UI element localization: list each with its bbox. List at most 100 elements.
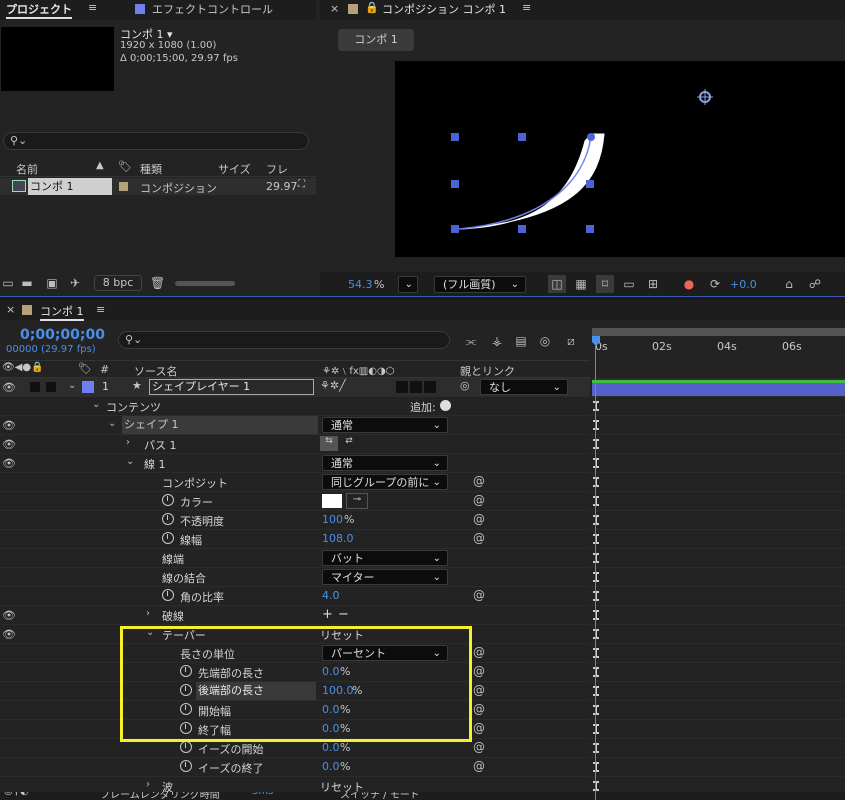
switch-mode-toggle[interactable]: スイッチ / モード — [340, 792, 420, 800]
close-icon[interactable]: × — [6, 303, 15, 316]
timecode[interactable]: 0;00;00;00 — [20, 327, 105, 343]
path-direction-icon[interactable]: ⇄ — [340, 436, 358, 451]
opacity-row[interactable]: 不透明度 100 % @ — [0, 511, 590, 530]
eyedropper-icon[interactable]: ⊸ — [346, 493, 368, 509]
composite-row[interactable]: コンポジット 同じグループの前に ⌄ @ — [0, 473, 590, 492]
stopwatch-icon[interactable] — [180, 703, 192, 715]
visibility-eye-icon[interactable]: 👁 — [2, 609, 16, 622]
channel-icon[interactable]: ● — [680, 275, 698, 293]
menu-icon[interactable]: ≡ — [88, 1, 97, 14]
composite-dropdown[interactable]: 同じグループの前に ⌄ — [322, 474, 448, 490]
miter-value[interactable]: 4.0 — [322, 589, 340, 602]
stopwatch-icon[interactable] — [162, 532, 174, 544]
anchor-point-icon[interactable] — [697, 89, 713, 105]
region-of-interest-icon[interactable]: ◫ — [548, 275, 566, 293]
start-ease-value[interactable]: 0.0 — [322, 741, 340, 754]
mask-path-icon[interactable]: ⌑ — [596, 275, 614, 293]
search-input[interactable]: ⚲⌄ — [3, 132, 309, 150]
expression-icon[interactable]: @ — [473, 531, 485, 545]
zoom-value[interactable]: 54.3 — [348, 278, 373, 291]
expression-icon[interactable]: @ — [473, 683, 485, 697]
expression-icon[interactable]: @ — [473, 493, 485, 507]
stopwatch-icon[interactable] — [180, 760, 192, 772]
taper-reset-link[interactable]: リセット — [320, 627, 364, 643]
timeline-search-input[interactable]: ⚲⌄ — [118, 331, 450, 349]
bounding-handle[interactable] — [586, 180, 594, 188]
transparency-grid-icon[interactable]: ▦ — [572, 275, 590, 293]
show-snapshot-icon[interactable]: ☍ — [806, 275, 824, 293]
taper-row[interactable]: 👁 ⌄ テーパー リセット — [0, 625, 590, 644]
layer-bar-fill[interactable] — [592, 383, 845, 396]
visibility-eye-icon[interactable]: 👁 — [2, 628, 16, 641]
comp-flowchart-icon[interactable]: ⫘ — [462, 332, 480, 350]
bounding-handle[interactable] — [451, 180, 459, 188]
grid-icon[interactable]: ⊞ — [644, 275, 662, 293]
motion-blur-icon[interactable]: ◎ — [536, 332, 554, 350]
stroke1-row[interactable]: 👁 ⌄ 線 1 通常 ⌄ — [0, 454, 590, 473]
lock-box[interactable] — [46, 382, 56, 392]
bounding-handle[interactable] — [451, 225, 459, 233]
trash-icon[interactable]: 🗑 — [150, 274, 165, 292]
expression-icon[interactable]: @ — [473, 645, 485, 659]
zoom-dropdown[interactable]: ⌄ — [398, 276, 418, 293]
expression-icon[interactable]: @ — [473, 664, 485, 678]
menu-icon[interactable]: ≡ — [96, 303, 105, 316]
menu-icon[interactable]: ≡ — [522, 1, 531, 14]
expression-icon[interactable]: @ — [473, 702, 485, 716]
comp-subtab[interactable]: コンポ 1 — [338, 29, 414, 51]
remove-dash-icon[interactable]: − — [338, 607, 349, 622]
add-label[interactable]: 追加: — [410, 399, 436, 415]
tab-effect-controls[interactable]: エフェクトコントロール — [152, 1, 273, 17]
chevron-down-icon[interactable]: ⌄ — [92, 399, 100, 410]
project-item-row[interactable]: コンポ 1 コンポジション 29.97 ⛶ — [0, 178, 316, 195]
shape1-row[interactable]: 👁 ⌄ シェイプ 1 通常 ⌄ — [0, 416, 590, 435]
quality-dropdown[interactable]: (フル画質) ⌄ — [434, 276, 526, 293]
new-comp-icon[interactable]: ▣ — [45, 274, 59, 292]
stopwatch-icon[interactable] — [162, 494, 174, 506]
stopwatch-icon[interactable] — [162, 513, 174, 525]
line-cap-row[interactable]: 線端 バット ⌄ — [0, 549, 590, 568]
col-name[interactable]: 名前 — [16, 161, 38, 177]
contents-row[interactable]: ⌄ コンテンツ 追加: — [0, 397, 590, 416]
layer-name[interactable]: シェイプレイヤー 1 — [149, 379, 314, 395]
color-management-icon[interactable]: ⟳ — [706, 275, 724, 293]
render-icon[interactable]: ✈ — [68, 274, 82, 292]
end-width-value[interactable]: 0.0 — [322, 722, 340, 735]
chevron-right-icon[interactable]: › — [126, 437, 130, 448]
snapshot-icon[interactable]: ⌂ — [780, 275, 798, 293]
close-icon[interactable]: × — [330, 2, 339, 15]
switch-box[interactable] — [410, 381, 422, 393]
line-join-dropdown[interactable]: マイター ⌄ — [322, 569, 448, 585]
frame-blend-icon[interactable]: ▤ — [512, 332, 530, 350]
bounding-handle[interactable] — [586, 225, 594, 233]
end-width-row[interactable]: 終了幅 0.0 % @ — [0, 720, 590, 739]
chevron-down-icon[interactable]: ⌄ — [108, 418, 116, 429]
path1-row[interactable]: 👁 › パス 1 ⇆ ⇄ — [0, 435, 590, 454]
switch-box[interactable] — [424, 381, 436, 393]
expression-icon[interactable]: @ — [473, 721, 485, 735]
opacity-value[interactable]: 100 — [322, 513, 343, 526]
tab-project[interactable]: プロジェクト — [6, 1, 72, 19]
thumbnail-slider[interactable] — [175, 281, 235, 286]
visibility-eye-icon[interactable]: 👁 — [2, 381, 16, 394]
work-area-bar[interactable] — [592, 328, 845, 336]
layer-label-swatch[interactable] — [82, 381, 94, 393]
chevron-right-icon[interactable]: › — [146, 779, 150, 790]
visibility-eye-icon[interactable]: 👁 — [2, 457, 16, 470]
draft-3d-icon[interactable]: ⚶ — [488, 332, 506, 350]
expression-icon[interactable]: @ — [473, 512, 485, 526]
expression-icon[interactable]: @ — [473, 740, 485, 754]
line-join-row[interactable]: 線の結合 マイター ⌄ — [0, 568, 590, 587]
length-unit-row[interactable]: 長さの単位 パーセント ⌄ @ — [0, 644, 590, 663]
path-direction-icon[interactable]: ⇆ — [320, 436, 338, 451]
length-unit-dropdown[interactable]: パーセント ⌄ — [322, 645, 448, 661]
start-length-row[interactable]: 先端部の長さ 0.0 % @ — [0, 663, 590, 682]
color-row[interactable]: カラー ⊸ @ — [0, 492, 590, 511]
footer-icons[interactable]: ◎⚲◐ — [4, 792, 29, 797]
graph-editor-icon[interactable]: ⧄ — [562, 332, 580, 350]
col-size[interactable]: サイズ — [218, 161, 251, 177]
shape1-blend-dropdown[interactable]: 通常 ⌄ — [322, 417, 448, 433]
end-ease-row[interactable]: イーズの終了 0.0 % @ — [0, 758, 590, 777]
timeline-tab[interactable]: コンポ 1 — [40, 303, 84, 321]
pickwhip-icon[interactable]: ◎ — [460, 379, 470, 392]
